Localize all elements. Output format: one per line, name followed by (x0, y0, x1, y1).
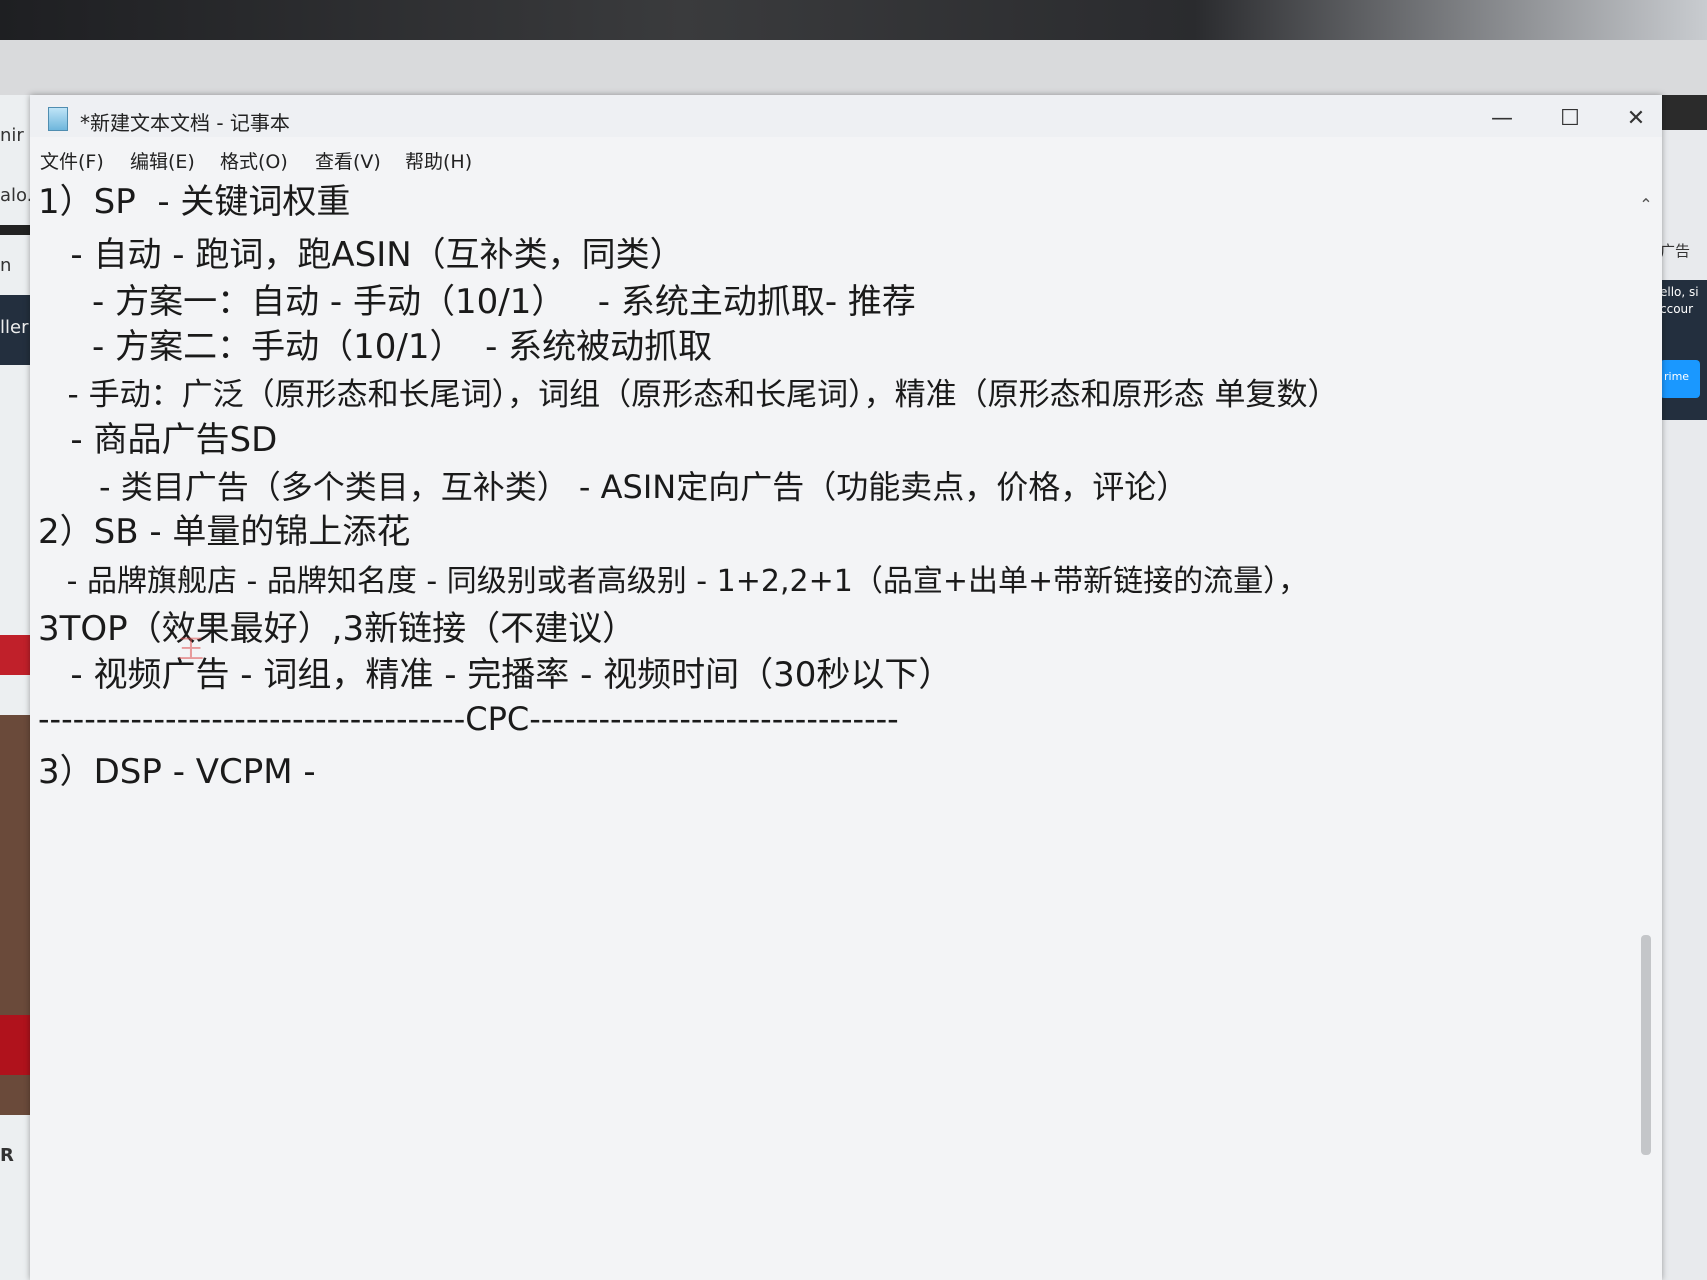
text-line: - 自动 - 跑词，跑ASIN（互补类，同类） (38, 235, 684, 275)
minimize-button[interactable]: — (1482, 105, 1522, 133)
close-button[interactable]: ✕ (1616, 105, 1656, 133)
maximize-button[interactable]: ☐ (1550, 105, 1590, 133)
menu-bar: 文件(F) 编辑(E) 格式(O) 查看(V) 帮助(H) (30, 139, 1662, 175)
notepad-icon (48, 107, 68, 131)
background-text: n (0, 255, 12, 276)
background-browser-left: nir alo. n ller R (0, 95, 32, 1280)
text-line: - 手动：广泛（原形态和长尾词），词组（原形态和长尾词），精准（原形态和原形态 … (38, 377, 1339, 413)
background-text: ller (0, 317, 29, 338)
background-bar (0, 1015, 32, 1075)
text-line: - 方案二：手动（10/1） - 系统被动抓取 (38, 327, 713, 367)
menu-view[interactable]: 查看(V) (315, 147, 381, 174)
background-bar (0, 635, 32, 675)
menu-edit[interactable]: 编辑(E) (130, 147, 195, 174)
title-bar[interactable]: *新建文本文档 - 记事本 — ☐ ✕ (30, 95, 1662, 137)
background-text: ello, si (1660, 285, 1699, 299)
scroll-thumb[interactable] (1641, 935, 1651, 1155)
menu-format[interactable]: 格式(O) (220, 147, 288, 174)
menu-help[interactable]: 帮助(H) (405, 147, 472, 174)
text-editor[interactable]: 1）SP - 关键词权重 - 自动 - 跑词，跑ASIN（互补类，同类） - 方… (38, 177, 1628, 1277)
notepad-window: *新建文本文档 - 记事本 — ☐ ✕ 文件(F) 编辑(E) 格式(O) 查看… (30, 95, 1662, 1280)
text-line: 3TOP（效果最好）,3新链接（不建议） (38, 609, 637, 649)
text-line: 3）DSP - VCPM - (38, 752, 316, 792)
prime-badge: rime (1660, 360, 1700, 398)
background-text: 广告 (1660, 242, 1691, 260)
menu-file[interactable]: 文件(F) (40, 147, 104, 174)
background-text: alo. (0, 185, 33, 206)
background-bar (0, 225, 32, 235)
vertical-scrollbar[interactable]: ⌃ (1635, 195, 1657, 1275)
browser-tab-strip: + (0, 40, 1707, 117)
background-text: ccour (1660, 302, 1694, 316)
background-text: R (0, 1145, 14, 1166)
separator-line: -------------------------------------CPC… (38, 700, 899, 738)
text-line: - 类目广告（多个类目，互补类） - ASIN定向广告（功能卖点，价格，评论） (38, 468, 1189, 506)
text-line: - 品牌旗舰店 - 品牌知名度 - 同级别或者高级别 - 1+2,2+1（品宣+… (38, 564, 1309, 599)
text-line: - 视频广告 - 词组，精准 - 完播率 - 视频时间（30秒以下） (38, 655, 953, 695)
text-line: - 方案一：自动 - 手动（10/1） - 系统主动抓取- 推荐 (38, 282, 916, 322)
scroll-up-icon[interactable]: ⌃ (1637, 195, 1655, 214)
text-line: 1）SP - 关键词权重 (38, 182, 351, 222)
text-line: - 商品广告SD (38, 420, 278, 460)
text-line: 2）SB - 单量的锦上添花 (38, 512, 411, 552)
prime-label: rime (1664, 370, 1690, 383)
window-title: *新建文本文档 - 记事本 (80, 111, 290, 135)
background-text: nir (0, 125, 24, 146)
watermark-text: 王 (178, 635, 205, 665)
